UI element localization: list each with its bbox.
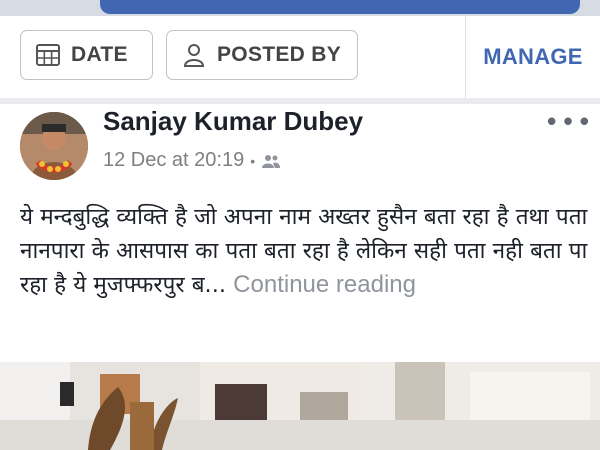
manage-button[interactable]: MANAGE	[466, 16, 600, 98]
filter-bar: DATE POSTED BY MANAGE	[0, 16, 600, 99]
friends-icon	[262, 154, 281, 168]
date-filter-label: DATE	[71, 43, 128, 66]
post-photo-image	[0, 362, 600, 450]
post-card: Sanjay Kumar Dubey 12 Dec at 20:19 • •••…	[0, 104, 600, 450]
separator-dot: •	[250, 152, 256, 169]
continue-reading-link[interactable]: Continue reading	[233, 271, 416, 298]
avatar-image	[20, 112, 88, 180]
calendar-grid-icon	[36, 44, 60, 66]
post-author-name[interactable]: Sanjay Kumar Dubey	[103, 106, 363, 137]
posted-by-filter-button[interactable]: POSTED BY	[166, 30, 358, 80]
person-icon	[183, 44, 205, 67]
top-bar	[0, 0, 600, 16]
top-blue-band	[100, 0, 580, 14]
post-timestamp[interactable]: 12 Dec at 20:19	[103, 149, 244, 172]
post-meta: 12 Dec at 20:19 •	[103, 149, 281, 172]
post-photo[interactable]	[0, 362, 600, 450]
more-options-button[interactable]: •••	[544, 108, 593, 138]
date-filter-button[interactable]: DATE	[20, 30, 153, 80]
posted-by-filter-label: POSTED BY	[217, 43, 342, 66]
post-text: ये मन्दबुद्धि व्यक्ति है जो अपना नाम अख्…	[20, 200, 590, 302]
avatar[interactable]	[20, 112, 88, 180]
